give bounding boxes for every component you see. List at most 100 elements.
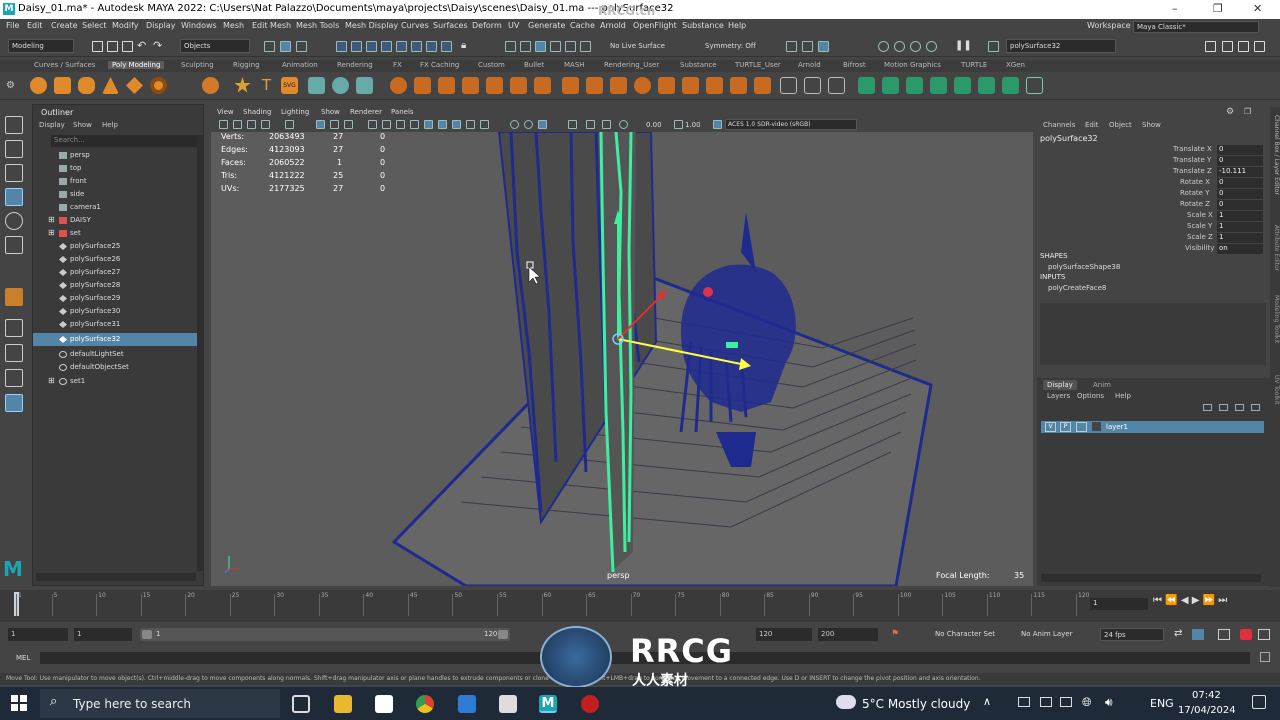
clock-time[interactable]: 07:42	[1192, 690, 1221, 701]
new-layer-selected-icon[interactable]	[1251, 404, 1260, 411]
channel-label[interactable]: Translate Y	[1173, 156, 1211, 166]
notifications-icon[interactable]	[1252, 695, 1266, 709]
range-slider[interactable]: 1 120	[140, 628, 510, 641]
live-surface-field[interactable]: No Live Surface	[610, 42, 665, 50]
planar-map-icon[interactable]	[882, 77, 899, 94]
step-back-key-icon[interactable]: ⏪	[1165, 595, 1177, 606]
channel-label[interactable]: Scale X	[1187, 211, 1213, 221]
channel-value-field[interactable]: on	[1217, 244, 1263, 254]
shelf-tab-fx[interactable]: FX	[393, 61, 402, 69]
xray-joints-icon[interactable]	[602, 120, 611, 129]
sign-in-icon[interactable]	[1205, 41, 1216, 52]
separate-icon[interactable]	[356, 77, 373, 94]
layer-menu-layers[interactable]: Layers	[1047, 392, 1070, 400]
task-view-icon[interactable]	[292, 695, 310, 713]
channel-box-object-name[interactable]: polySurface32	[1040, 134, 1098, 144]
channel-label[interactable]: Rotate Z	[1180, 200, 1210, 210]
recorder-taskbar-icon[interactable]	[581, 695, 599, 713]
extrude-icon[interactable]	[486, 77, 503, 94]
viewport-menu-renderer[interactable]: Renderer	[350, 108, 382, 116]
snap-projected-icon[interactable]	[550, 41, 561, 52]
layer-playback-toggle[interactable]: P	[1060, 422, 1071, 432]
outliner-item-polysurface28[interactable]: polySurface28	[33, 279, 198, 292]
edge-loop-icon[interactable]	[754, 77, 771, 94]
time-slider[interactable]: 1 ⏮ ⏪ ◀ ▶ ⏩ ⏭ 1 5 10 15 20 25 30 35 40 45 50 55 60 65…	[0, 590, 1280, 622]
shelf-tab-curves-surfaces[interactable]: Curves / Surfaces	[34, 61, 95, 69]
tray-app-icon[interactable]	[1040, 697, 1052, 707]
target-weld-icon[interactable]	[780, 77, 797, 94]
channel-box-float-icon[interactable]: ❐	[1244, 107, 1251, 116]
outliner-item-polysurface31[interactable]: polySurface31	[33, 318, 198, 331]
select-tool-icon[interactable]	[5, 116, 23, 134]
go-to-start-icon[interactable]: ⏮	[1153, 595, 1162, 606]
isolate-select-icon[interactable]	[538, 120, 547, 129]
layer-display-type-toggle[interactable]	[1076, 422, 1087, 432]
step-back-frame-icon[interactable]: ◀	[1181, 595, 1189, 606]
layer-visibility-toggle[interactable]: V	[1045, 422, 1056, 432]
menu-modify[interactable]: Modify	[112, 21, 139, 30]
render-current-icon[interactable]	[802, 41, 813, 52]
outliner-layout-icon[interactable]	[5, 394, 23, 412]
close-icon[interactable]: ✕	[1253, 2, 1262, 15]
extract-icon[interactable]	[462, 77, 479, 94]
channel-label[interactable]: Scale Y	[1187, 222, 1212, 232]
menu-set-dropdown[interactable]: Modeling	[8, 39, 74, 53]
field-chart-icon[interactable]	[382, 120, 391, 129]
new-scene-icon[interactable]	[92, 41, 103, 52]
layer-color-swatch[interactable]	[1092, 422, 1101, 431]
undo-icon[interactable]: ↶	[137, 39, 146, 52]
exposure-icon[interactable]	[619, 120, 628, 129]
channel-label[interactable]: Rotate X	[1180, 178, 1210, 188]
layer-tab-anim[interactable]: Anim	[1093, 381, 1111, 389]
viewport-menu-show[interactable]: Show	[321, 108, 340, 116]
outliner-item-polysurface32[interactable]: polySurface32	[33, 333, 198, 346]
outliner-item-daisy[interactable]: ⊞ DAISY	[33, 214, 198, 227]
persp-outliner-layout-icon[interactable]	[5, 369, 23, 387]
color-management-icon[interactable]	[713, 120, 722, 129]
menu-display[interactable]: Display	[146, 21, 176, 30]
shadows-icon[interactable]	[510, 120, 519, 129]
gamma-field[interactable]: 1.00	[685, 121, 701, 129]
layer-name[interactable]: layer1	[1106, 423, 1128, 431]
volume-icon[interactable]: 🔊︎	[1105, 695, 1113, 710]
selection-mask-dropdown[interactable]: Objects	[180, 39, 250, 53]
shelf-tab-animation[interactable]: Animation	[282, 61, 318, 69]
outliner-item-polysurface25[interactable]: polySurface25	[33, 240, 198, 253]
layer-tab-display[interactable]: Display	[1043, 380, 1077, 390]
menu-file[interactable]: File	[6, 21, 19, 30]
shelf-tab-turtle-user[interactable]: TURTLE_User	[735, 61, 781, 69]
grid-icon[interactable]	[316, 120, 325, 129]
unfold-icon[interactable]	[978, 77, 995, 94]
menu-generate[interactable]: Generate	[528, 21, 565, 30]
wireframe-on-shaded-icon[interactable]	[452, 120, 461, 129]
rotate-tool-icon[interactable]	[5, 212, 23, 230]
playback-start-field[interactable]: 1	[74, 628, 132, 641]
channel-value-field[interactable]: 1	[1217, 233, 1263, 243]
poly-cylinder-icon[interactable]	[78, 77, 95, 94]
channel-menu-channels[interactable]: Channels	[1043, 121, 1075, 131]
svg-tool-icon[interactable]: SVG	[281, 77, 298, 94]
shelf-tab-substance[interactable]: Substance	[680, 61, 717, 69]
menu-mesh[interactable]: Mesh	[223, 21, 244, 30]
snap-point-icon[interactable]	[535, 41, 546, 52]
shelf-tab-custom[interactable]: Custom	[478, 61, 505, 69]
side-tab-modeling-toolkit[interactable]: Modeling Toolkit	[1270, 295, 1280, 360]
append-polygon-icon[interactable]	[562, 77, 579, 94]
channel-value-field[interactable]: -10.111	[1217, 167, 1263, 177]
outliner-item-set1[interactable]: ⊞ set1	[33, 375, 198, 388]
gate-mask-icon[interactable]	[368, 120, 377, 129]
exposure-field[interactable]: 0.00	[646, 121, 662, 129]
channel-menu-show[interactable]: Show	[1142, 121, 1161, 131]
channel-value-field[interactable]: 0	[1217, 200, 1263, 210]
shelf-tab-xgen[interactable]: XGen	[1006, 61, 1025, 69]
soft-modification-icon[interactable]	[5, 288, 23, 306]
channel-menu-object[interactable]: Object	[1109, 121, 1132, 131]
shelf-tab-poly-modeling[interactable]: Poly Modeling	[108, 61, 165, 69]
taskbar-search-box[interactable]: ⌕ Type here to search	[40, 689, 280, 718]
viewport-menu-view[interactable]: View	[217, 108, 234, 116]
shelf-tab-bullet[interactable]: Bullet	[524, 61, 544, 69]
connect-icon[interactable]	[804, 77, 821, 94]
poly-sphere-icon[interactable]	[30, 77, 47, 94]
side-tab-uv-toolkit[interactable]: UV Toolkit	[1270, 375, 1280, 420]
channel-label[interactable]: Rotate Y	[1180, 189, 1209, 199]
